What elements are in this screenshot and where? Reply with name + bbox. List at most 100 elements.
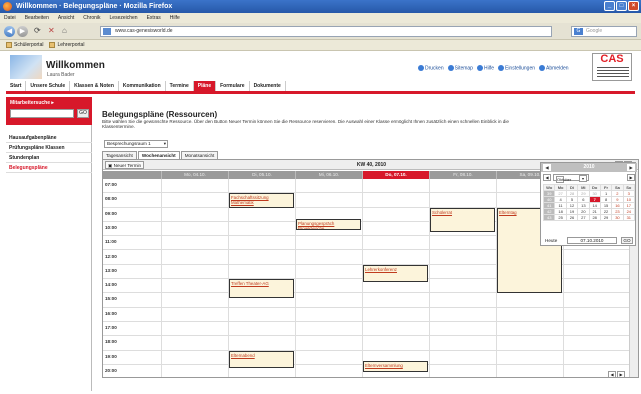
staff-search-button[interactable]: GO	[77, 109, 89, 118]
hour-row: 17:00	[103, 322, 630, 337]
search-input[interactable]: G Google	[571, 26, 637, 37]
menu-hilfe[interactable]: Hilfe	[170, 15, 180, 21]
bookmark-lehrerportal[interactable]: Lehrerportal	[49, 41, 84, 48]
tab-formulare[interactable]: Formulare	[216, 81, 250, 91]
sidebar-item-stundenplan[interactable]: Stundenplan	[6, 153, 92, 163]
chevron-down-icon: ▾	[579, 175, 587, 182]
google-icon: G	[574, 28, 583, 35]
sidebar: Mitarbeitersuche ▸ GO Hausaufgabenpläne P…	[6, 97, 92, 391]
abmelden-icon	[539, 65, 546, 71]
calendar-event[interactable]: Elternabend	[229, 350, 294, 368]
favicon-icon	[103, 28, 111, 35]
header-link-label: Abmelden	[546, 65, 569, 72]
hour-row: 15:00	[103, 293, 630, 308]
calendar-event[interactable]: Treffen Theater-AG	[229, 279, 294, 298]
calendar-add-icon: ▣	[108, 163, 113, 168]
hour-label: 13:00	[105, 267, 117, 273]
day-cell[interactable]: 29	[599, 214, 613, 221]
today-label: Heute	[545, 238, 558, 243]
sidebar-item-pruefungsplaene-klassen[interactable]: Prüfungspläne Klassen	[6, 143, 92, 153]
home-icon[interactable]: ⌂	[62, 26, 67, 35]
prev-year-button[interactable]: ◀	[543, 164, 551, 171]
month-select[interactable]: Oktober ▾	[553, 174, 589, 183]
view-tab-tagesansicht[interactable]: Tagesansicht	[102, 151, 137, 159]
view-tab-wochenansicht[interactable]: Wochenansicht	[137, 151, 180, 159]
forward-icon[interactable]: ▶	[17, 26, 28, 37]
day-cell[interactable]: 26	[565, 214, 579, 221]
hour-label: 11:00	[105, 239, 117, 245]
day-header-4: Do, 07.10.	[362, 171, 429, 179]
day-cell[interactable]: 28	[588, 214, 601, 221]
view-tab-monatsansicht[interactable]: Monatsansicht	[180, 151, 219, 159]
mini-year: 2010	[583, 164, 595, 170]
hour-label: 09:00	[105, 210, 117, 216]
day-cell[interactable]: 27	[577, 214, 590, 221]
calendar-event[interactable]: Fachschaftssitzung Mathematik	[229, 193, 294, 208]
header-link-drucken[interactable]: Drucken	[418, 65, 444, 71]
calendar-event[interactable]: Planungsgespräch Projektwoche	[296, 219, 361, 231]
sidebar-item-belegungsplaene[interactable]: Belegungspläne	[6, 163, 92, 173]
day-cell[interactable]: 25	[554, 214, 567, 221]
menu-bearbeiten[interactable]: Bearbeiten	[25, 15, 49, 21]
today-go-button[interactable]: GO	[621, 237, 633, 244]
stop-icon[interactable]: ✕	[48, 26, 55, 35]
calendar-event[interactable]: Schülerrat	[430, 207, 495, 232]
today-date-field[interactable]: 07.10.2010	[567, 237, 617, 244]
new-appointment-button[interactable]: ▣ Neuer Termin	[105, 161, 145, 169]
drucken-icon	[418, 65, 424, 71]
day-cell[interactable]: 30	[611, 214, 624, 221]
calendar-event[interactable]: Elternversammlung	[363, 360, 428, 373]
day-cell[interactable]: 31	[622, 214, 636, 221]
tab-start[interactable]: Start	[6, 81, 27, 91]
resource-select[interactable]: Besprechungsraum 1 ▾	[104, 140, 168, 148]
chevron-down-icon: ▾	[163, 141, 166, 146]
staff-search-input[interactable]	[10, 109, 74, 118]
page-description: Bitte wählen Sie die gewünschte Ressourc…	[102, 119, 509, 129]
calendar-event[interactable]: Lehrerkonferenz	[363, 264, 428, 282]
header-link-einstellungen[interactable]: Einstellungen	[497, 65, 536, 72]
hilfe-icon	[476, 65, 483, 71]
header-link-label: Sitemap	[454, 65, 473, 72]
tab-kommunikation[interactable]: Kommunikation	[119, 81, 166, 91]
hour-row: 18:00	[103, 336, 630, 351]
hour-label: 07:00	[105, 182, 117, 187]
reload-icon[interactable]: ⟳	[34, 26, 41, 35]
mini-calendar-header: ◀ 2010 ▶	[541, 163, 637, 172]
next-month-button[interactable]: ▶	[627, 174, 635, 181]
back-icon[interactable]: ◀	[4, 26, 15, 37]
prev-month-button[interactable]: ◀	[543, 174, 551, 181]
bookmark-label: Schülerportal	[14, 42, 44, 48]
close-button[interactable]: ×	[628, 1, 639, 11]
menu-extras[interactable]: Extras	[147, 15, 161, 21]
menu-lesezeichen[interactable]: Lesezeichen	[110, 15, 138, 21]
scroll-right-button[interactable]: ▶	[617, 371, 625, 378]
bookmark-schuelerportal[interactable]: Schülerportal	[6, 41, 44, 48]
minimize-button[interactable]: _	[604, 1, 615, 11]
next-year-button[interactable]: ▶	[627, 164, 635, 171]
menu-datei[interactable]: Datei	[4, 15, 16, 21]
day-header-5: Fr, 08.10.	[429, 171, 496, 179]
avatar	[10, 55, 42, 79]
menu-ansicht[interactable]: Ansicht	[58, 15, 74, 21]
url-bar[interactable]: www.cas-genesisworld.de	[100, 26, 552, 37]
sidebar-item-hausaufgabenplaene[interactable]: Hausaufgabenpläne	[6, 133, 92, 143]
staff-search: Mitarbeitersuche ▸ GO	[6, 97, 92, 125]
portal-header: Willkommen Laura Bader Drucken Sitemap Hil…	[6, 51, 635, 83]
hour-label: 20:00	[105, 367, 117, 373]
tab-klassen-noten[interactable]: Klassen & Noten	[70, 81, 119, 91]
header-link-hilfe[interactable]: Hilfe	[476, 65, 494, 71]
view-tabs: Tagesansicht Wochenansicht Monatsansicht	[102, 151, 219, 159]
staff-search-label: Mitarbeitersuche ▸	[10, 100, 54, 106]
header-link-sitemap[interactable]: Sitemap	[447, 65, 473, 72]
tab-termine[interactable]: Termine	[166, 81, 194, 91]
header-link-abmelden[interactable]: Abmelden	[539, 65, 569, 71]
url-text: www.cas-genesisworld.de	[115, 28, 173, 34]
tab-dokumente[interactable]: Dokumente	[250, 81, 286, 91]
header-link-label: Einstellungen	[504, 65, 536, 72]
tab-plaene[interactable]: Pläne	[193, 81, 217, 91]
menu-chronik[interactable]: Chronik	[83, 15, 100, 21]
scroll-left-button[interactable]: ◀	[608, 371, 616, 378]
tab-unsere-schule[interactable]: Unsere Schule	[26, 81, 71, 91]
hour-label: 18:00	[105, 339, 117, 345]
maximize-button[interactable]: □	[616, 1, 627, 11]
